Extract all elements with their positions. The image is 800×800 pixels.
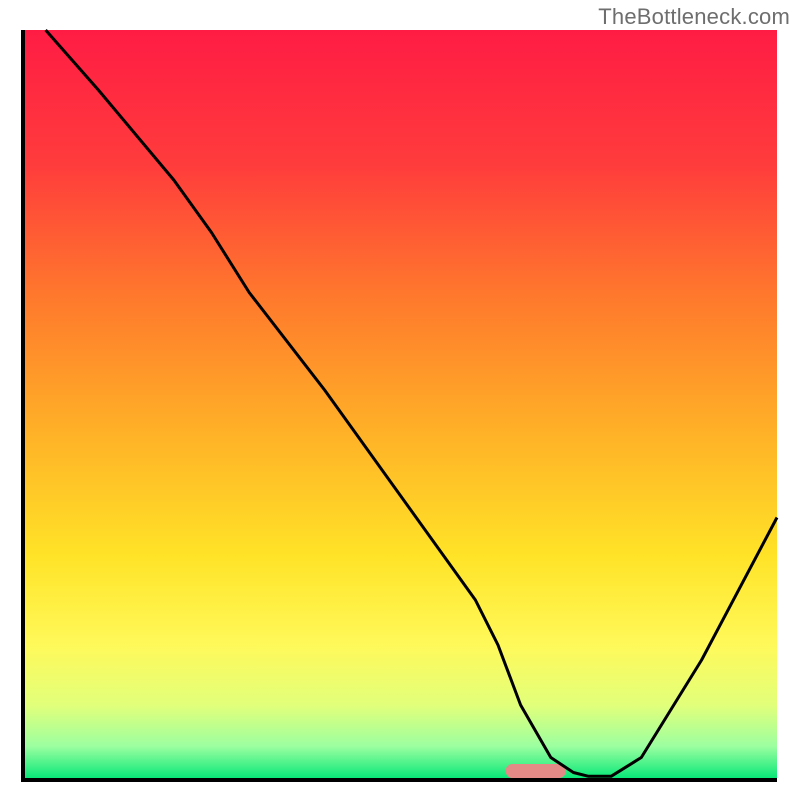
optimal-range-marker bbox=[506, 764, 566, 778]
bottleneck-chart: TheBottleneck.com bbox=[0, 0, 800, 800]
plot-background bbox=[23, 30, 777, 780]
plot-group bbox=[23, 30, 777, 780]
watermark-label: TheBottleneck.com bbox=[598, 4, 790, 30]
chart-svg bbox=[0, 0, 800, 800]
